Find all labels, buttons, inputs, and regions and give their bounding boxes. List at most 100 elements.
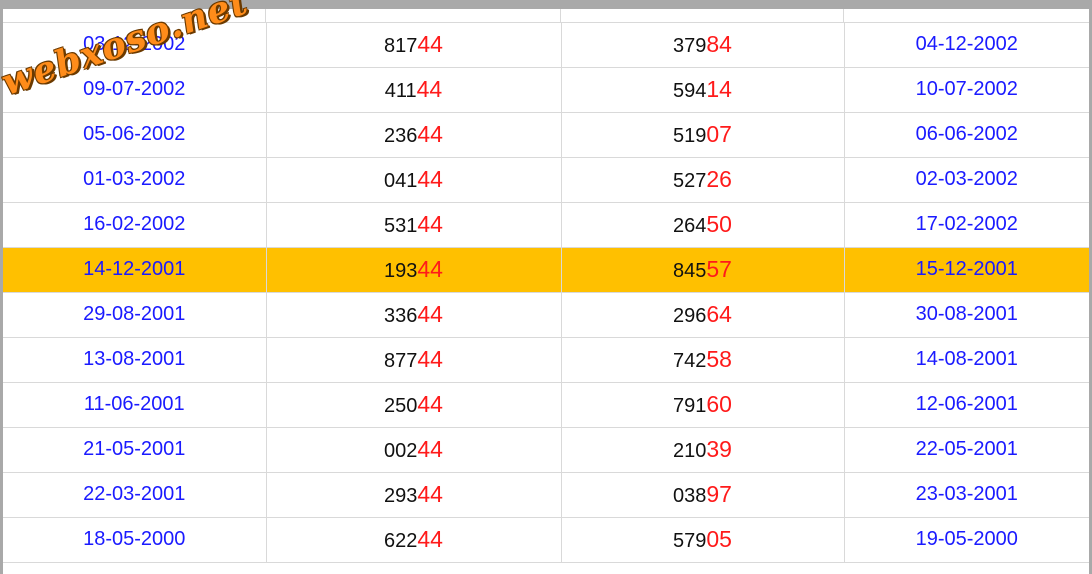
next-draw-date-cell[interactable]: 02-03-2002 bbox=[844, 157, 1089, 203]
table-row: 14-12-2001 19344 84557 15-12-2001 bbox=[3, 247, 1089, 293]
next-number-prefix: 038 bbox=[673, 485, 707, 507]
next-draw-date-cell[interactable]: 17-02-2002 bbox=[844, 202, 1089, 248]
next-number-cell: 74258 bbox=[561, 337, 845, 383]
number-prefix: 622 bbox=[384, 530, 418, 552]
next-draw-date-cell[interactable]: 10-07-2002 bbox=[844, 67, 1089, 113]
next-number-prefix: 264 bbox=[673, 215, 707, 237]
number-suffix: 44 bbox=[416, 76, 443, 102]
top-border bbox=[0, 0, 1092, 9]
next-number-cell: 03897 bbox=[561, 472, 845, 518]
table-row: 22-03-2001 29344 03897 23-03-2001 bbox=[3, 472, 1089, 518]
draw-date-cell[interactable]: 21-05-2001 bbox=[3, 427, 267, 473]
number-cell: 33644 bbox=[266, 292, 562, 338]
next-number-suffix: 58 bbox=[706, 346, 732, 372]
number-cell: 19344 bbox=[266, 247, 562, 293]
next-number-cell: 84557 bbox=[561, 247, 845, 293]
next-number-suffix: 05 bbox=[706, 526, 732, 552]
next-number-suffix: 39 bbox=[706, 436, 732, 462]
number-prefix: 877 bbox=[384, 350, 418, 372]
number-prefix: 293 bbox=[384, 485, 418, 507]
draw-date-cell[interactable]: 22-03-2001 bbox=[3, 472, 267, 518]
number-cell: 81744 bbox=[266, 22, 562, 68]
next-number-prefix: 579 bbox=[673, 530, 707, 552]
number-cell: 87744 bbox=[266, 337, 562, 383]
number-cell: 23644 bbox=[266, 112, 562, 158]
next-number-cell: 21039 bbox=[561, 427, 845, 473]
next-number-cell: 37984 bbox=[561, 22, 845, 68]
number-cell: 04144 bbox=[266, 157, 562, 203]
table-row: 03-12-2002 81744 37984 04-12-2002 bbox=[3, 22, 1089, 68]
table-row: 01-03-2002 04144 52726 02-03-2002 bbox=[3, 157, 1089, 203]
draw-date-cell[interactable]: 01-03-2002 bbox=[3, 157, 267, 203]
next-number-prefix: 210 bbox=[673, 440, 707, 462]
number-prefix: 193 bbox=[384, 260, 418, 282]
next-number-suffix: 57 bbox=[706, 256, 732, 282]
next-draw-date-cell[interactable]: 23-03-2001 bbox=[844, 472, 1089, 518]
next-number-cell: 52726 bbox=[561, 157, 845, 203]
draw-date-cell[interactable]: 16-02-2002 bbox=[3, 202, 267, 248]
next-number-cell: 79160 bbox=[561, 382, 845, 428]
results-table: 03-12-2002 81744 37984 04-12-2002 09-07-2002… bbox=[3, 22, 1089, 563]
next-draw-date-cell[interactable]: 15-12-2001 bbox=[844, 247, 1089, 293]
table-row: 21-05-2001 00244 21039 22-05-2001 bbox=[3, 427, 1089, 473]
number-prefix: 411 bbox=[384, 80, 417, 102]
next-draw-date-cell[interactable]: 12-06-2001 bbox=[844, 382, 1089, 428]
number-suffix: 44 bbox=[417, 481, 443, 507]
next-number-suffix: 26 bbox=[706, 166, 732, 192]
draw-date-cell[interactable]: 14-12-2001 bbox=[3, 247, 267, 293]
number-cell: 62244 bbox=[266, 517, 562, 563]
next-number-prefix: 594 bbox=[673, 80, 707, 102]
table-row: 13-08-2001 87744 74258 14-08-2001 bbox=[3, 337, 1089, 383]
draw-date-cell[interactable]: 18-05-2000 bbox=[3, 517, 267, 563]
draw-date-cell[interactable]: 11-06-2001 bbox=[3, 382, 267, 428]
number-prefix: 817 bbox=[384, 34, 418, 57]
next-number-prefix: 519 bbox=[673, 125, 707, 147]
number-cell: 29344 bbox=[266, 472, 562, 518]
next-draw-date-cell[interactable]: 14-08-2001 bbox=[844, 337, 1089, 383]
number-suffix: 44 bbox=[417, 436, 443, 462]
number-prefix: 236 bbox=[384, 125, 418, 147]
number-prefix: 531 bbox=[384, 215, 418, 237]
table-row: 29-08-2001 33644 29664 30-08-2001 bbox=[3, 292, 1089, 338]
strip-cell bbox=[561, 9, 844, 22]
next-number-suffix: 97 bbox=[706, 481, 732, 507]
next-number-cell: 57905 bbox=[561, 517, 845, 563]
number-suffix: 44 bbox=[417, 256, 443, 282]
number-suffix: 44 bbox=[417, 30, 443, 57]
number-cell: 53144 bbox=[266, 202, 562, 248]
next-number-suffix: 64 bbox=[706, 301, 732, 327]
next-draw-date-cell[interactable]: 04-12-2002 bbox=[844, 22, 1089, 68]
number-suffix: 44 bbox=[417, 391, 443, 417]
table-row: 16-02-2002 53144 26450 17-02-2002 bbox=[3, 202, 1089, 248]
next-draw-date-cell[interactable]: 30-08-2001 bbox=[844, 292, 1089, 338]
draw-date-cell[interactable]: 29-08-2001 bbox=[3, 292, 267, 338]
next-number-prefix: 296 bbox=[673, 305, 707, 327]
number-prefix: 250 bbox=[384, 395, 418, 417]
next-draw-date-cell[interactable]: 06-06-2002 bbox=[844, 112, 1089, 158]
next-draw-date-cell[interactable]: 22-05-2001 bbox=[844, 427, 1089, 473]
number-suffix: 44 bbox=[417, 166, 443, 192]
draw-date-cell[interactable]: 05-06-2002 bbox=[3, 112, 267, 158]
results-table-body: 03-12-2002 81744 37984 04-12-2002 09-07-2002… bbox=[3, 22, 1089, 563]
next-number-cell: 26450 bbox=[561, 202, 845, 248]
next-number-prefix: 791 bbox=[673, 395, 707, 417]
draw-date-cell[interactable]: 13-08-2001 bbox=[3, 337, 267, 383]
draw-date-cell[interactable]: 09-07-2002 bbox=[3, 67, 267, 113]
next-number-prefix: 742 bbox=[673, 350, 707, 372]
draw-date-cell[interactable]: 03-12-2002 bbox=[3, 22, 267, 68]
number-suffix: 44 bbox=[417, 526, 443, 552]
next-number-prefix: 379 bbox=[673, 34, 707, 57]
next-number-prefix: 845 bbox=[673, 260, 707, 282]
next-number-suffix: 07 bbox=[706, 121, 732, 147]
strip-cell bbox=[266, 9, 561, 22]
number-cell: 00244 bbox=[266, 427, 562, 473]
next-number-suffix: 60 bbox=[706, 391, 732, 417]
table-row: 18-05-2000 62244 57905 19-05-2000 bbox=[3, 517, 1089, 563]
number-cell: 41144 bbox=[266, 67, 562, 113]
next-draw-date-cell[interactable]: 19-05-2000 bbox=[844, 517, 1089, 563]
number-cell: 25044 bbox=[266, 382, 562, 428]
table-row: 05-06-2002 23644 51907 06-06-2002 bbox=[3, 112, 1089, 158]
number-suffix: 44 bbox=[417, 211, 443, 237]
next-number-cell: 51907 bbox=[561, 112, 845, 158]
next-number-suffix: 50 bbox=[706, 211, 732, 237]
